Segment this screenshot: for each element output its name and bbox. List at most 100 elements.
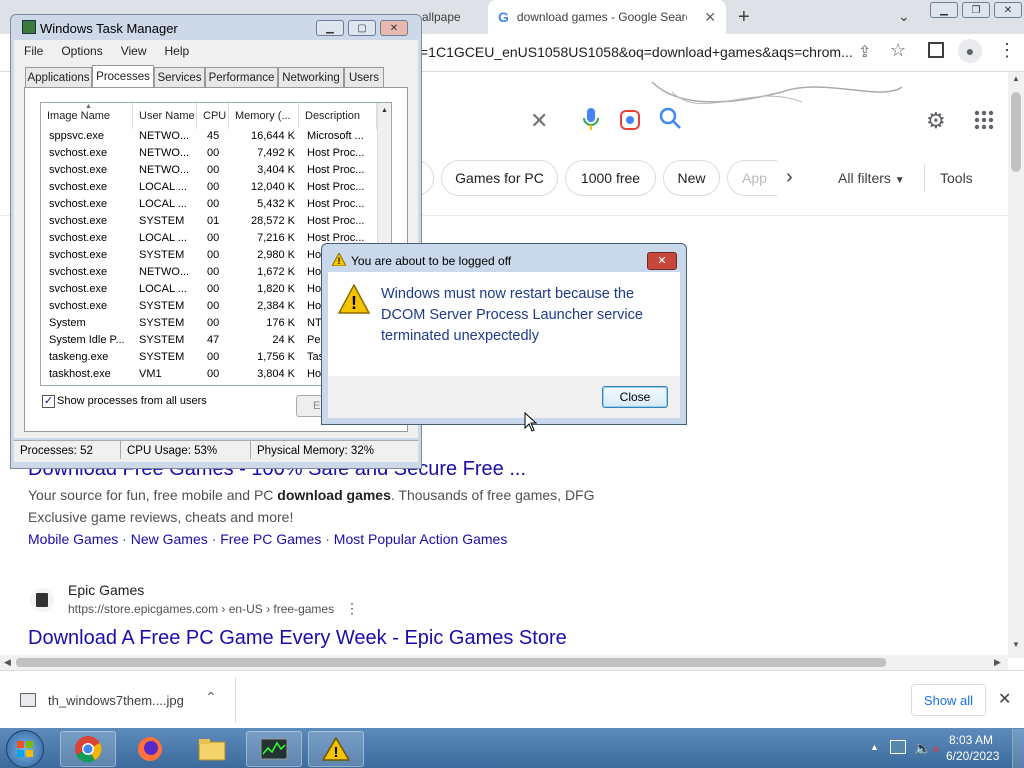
sublink-new-games[interactable]: New Games: [131, 531, 208, 547]
menu-view[interactable]: View: [121, 44, 147, 58]
column-header-memory[interactable]: Memory (...: [229, 103, 299, 129]
column-header-user-name[interactable]: User Name: [133, 103, 197, 129]
table-row[interactable]: svchost.exe SYSTEM 01 28,572 K Host Proc...: [41, 214, 377, 231]
tab-google-search[interactable]: G download games - Google Search ✕: [488, 0, 726, 34]
sublink-mobile-games[interactable]: Mobile Games: [28, 531, 118, 547]
scrollbar-thumb[interactable]: [1011, 92, 1021, 172]
hscrollbar-thumb[interactable]: [16, 658, 886, 667]
google-apps-grid-icon[interactable]: [974, 110, 994, 130]
tab-processes[interactable]: Processes: [92, 65, 154, 88]
table-cell: 28,572 K: [250, 215, 295, 227]
vertical-scrollbar[interactable]: ▲ ▼: [1008, 72, 1024, 658]
show-all-downloads-button[interactable]: Show all: [911, 684, 986, 716]
taskbar-clock[interactable]: 8:03 AM 6/20/2023: [946, 733, 999, 763]
table-cell: 2,384 K: [257, 300, 295, 312]
table-row[interactable]: svchost.exe NETWO... 00 3,404 K Host Proc...: [41, 163, 377, 180]
close-window-button[interactable]: ✕: [994, 2, 1022, 18]
all-filters-button[interactable]: All filters ▼: [838, 170, 905, 186]
result-title-2[interactable]: Download A Free PC Game Every Week - Epi…: [28, 627, 567, 650]
table-row[interactable]: svchost.exe LOCAL ... 00 12,040 K Host Proc.…: [41, 180, 377, 197]
result-more-options-icon[interactable]: ⋮: [345, 600, 359, 617]
taskbar-task-manager[interactable]: [246, 731, 302, 767]
dialog-close-button[interactable]: Close: [602, 386, 668, 408]
show-desktop-button[interactable]: [1012, 729, 1024, 768]
tab-users[interactable]: Users: [344, 67, 384, 87]
download-file-name[interactable]: th_windows7them....jpg: [48, 693, 184, 708]
filter-chip-1000-free[interactable]: 1000 free: [565, 160, 656, 196]
share-icon[interactable]: ⇪: [858, 42, 871, 62]
bookmark-star-icon[interactable]: ☆: [890, 40, 906, 61]
tools-button[interactable]: Tools: [940, 170, 973, 186]
explorer-icon: [198, 739, 226, 761]
tab-performance[interactable]: Performance: [205, 67, 278, 87]
table-cell: NETWO...: [139, 266, 190, 278]
scroll-up-arrow-icon[interactable]: ▲: [381, 107, 388, 114]
result-sublinks: Mobile Games · New Games · Free PC Games…: [28, 531, 508, 547]
tab-search-chevron-icon[interactable]: ⌄: [898, 8, 910, 25]
search-magnifier-icon[interactable]: [658, 106, 682, 130]
chips-next-chevron-icon[interactable]: ›: [786, 166, 793, 189]
restore-button[interactable]: ❐: [962, 2, 990, 18]
tm-maximize-button[interactable]: ▢: [348, 20, 376, 36]
filter-chip-new[interactable]: New: [663, 160, 720, 196]
tab-services[interactable]: Services: [154, 67, 205, 87]
voice-search-mic-icon[interactable]: [580, 106, 602, 132]
table-row[interactable]: svchost.exe NETWO... 00 7,492 K Host Proc...: [41, 146, 377, 163]
column-header-description[interactable]: Description: [299, 103, 377, 129]
table-cell: svchost.exe: [49, 181, 108, 193]
dialog-close-x-button[interactable]: ✕: [647, 252, 677, 270]
filter-chip-games-for-pc[interactable]: Games for PC: [441, 160, 558, 196]
taskbar-chrome[interactable]: [60, 731, 116, 767]
table-row[interactable]: sppsvc.exe NETWO... 45 16,644 K Microsoft ..…: [41, 129, 377, 146]
minimize-button[interactable]: ▁: [930, 2, 958, 18]
clock-time: 8:03 AM: [948, 733, 994, 747]
new-tab-plus-icon[interactable]: +: [738, 6, 750, 29]
settings-gear-icon[interactable]: ⚙: [926, 108, 946, 134]
lens-search-icon[interactable]: [618, 108, 642, 132]
table-cell: NETWO...: [139, 147, 190, 159]
scroll-right-arrow-icon[interactable]: ▶: [994, 657, 1001, 668]
result-snippet-1: Your source for fun, free mobile and PC …: [28, 487, 595, 503]
scroll-down-arrow-icon[interactable]: ▼: [1012, 640, 1020, 649]
table-cell: 12,040 K: [250, 181, 295, 193]
taskbar-warning-dialog[interactable]: !: [308, 731, 364, 767]
clear-search-icon[interactable]: ✕: [530, 108, 548, 134]
sublink-free-pc-games[interactable]: Free PC Games: [220, 531, 321, 547]
tab-applications[interactable]: Applications: [25, 67, 92, 87]
table-cell: 45: [207, 130, 220, 142]
column-header-cpu[interactable]: CPU: [197, 103, 229, 129]
profile-avatar-icon[interactable]: ●: [958, 39, 982, 63]
filter-chip-app[interactable]: App: [727, 160, 777, 196]
menu-help[interactable]: Help: [165, 44, 190, 58]
side-panel-icon[interactable]: [928, 42, 944, 58]
menu-file[interactable]: File: [24, 44, 43, 58]
show-all-users-checkbox[interactable]: ✓: [42, 395, 55, 408]
scroll-left-arrow-icon[interactable]: ◀: [4, 657, 11, 668]
network-icon[interactable]: [890, 740, 906, 754]
close-shelf-icon[interactable]: ✕: [998, 689, 1011, 709]
taskbar-explorer[interactable]: [184, 731, 240, 767]
close-tab-icon[interactable]: ✕: [704, 9, 716, 26]
divider: [924, 164, 925, 192]
download-shelf: th_windows7them....jpg ⌃ Show all ✕: [0, 670, 1024, 728]
taskbar-firefox[interactable]: [122, 731, 178, 767]
table-cell: svchost.exe: [49, 147, 108, 159]
table-cell: NETWO...: [139, 164, 190, 176]
table-cell: svchost.exe: [49, 232, 108, 244]
tab-networking[interactable]: Networking: [278, 67, 344, 87]
table-cell: 00: [207, 351, 220, 363]
tm-minimize-button[interactable]: ▁: [316, 20, 344, 36]
scroll-up-arrow-icon[interactable]: ▲: [1012, 74, 1020, 83]
download-options-chevron-icon[interactable]: ⌃: [205, 689, 217, 706]
horizontal-scrollbar[interactable]: ◀ ▶: [0, 655, 1008, 670]
volume-muted-icon[interactable]: 🔈✕: [914, 740, 940, 757]
chrome-menu-icon[interactable]: ⋮: [998, 40, 1016, 61]
table-cell: Host Proc...: [307, 198, 365, 210]
tm-close-button[interactable]: ✕: [380, 20, 408, 36]
start-button[interactable]: [6, 730, 44, 768]
menu-options[interactable]: Options: [61, 44, 102, 58]
show-hidden-icons-arrow-icon[interactable]: ▲: [870, 742, 879, 752]
sublink-action-games[interactable]: Most Popular Action Games: [334, 531, 508, 547]
url-text[interactable]: =1C1GCEU_enUS1058US1058&oq=download+game…: [420, 44, 853, 60]
table-row[interactable]: svchost.exe LOCAL ... 00 5,432 K Host Proc..…: [41, 197, 377, 214]
